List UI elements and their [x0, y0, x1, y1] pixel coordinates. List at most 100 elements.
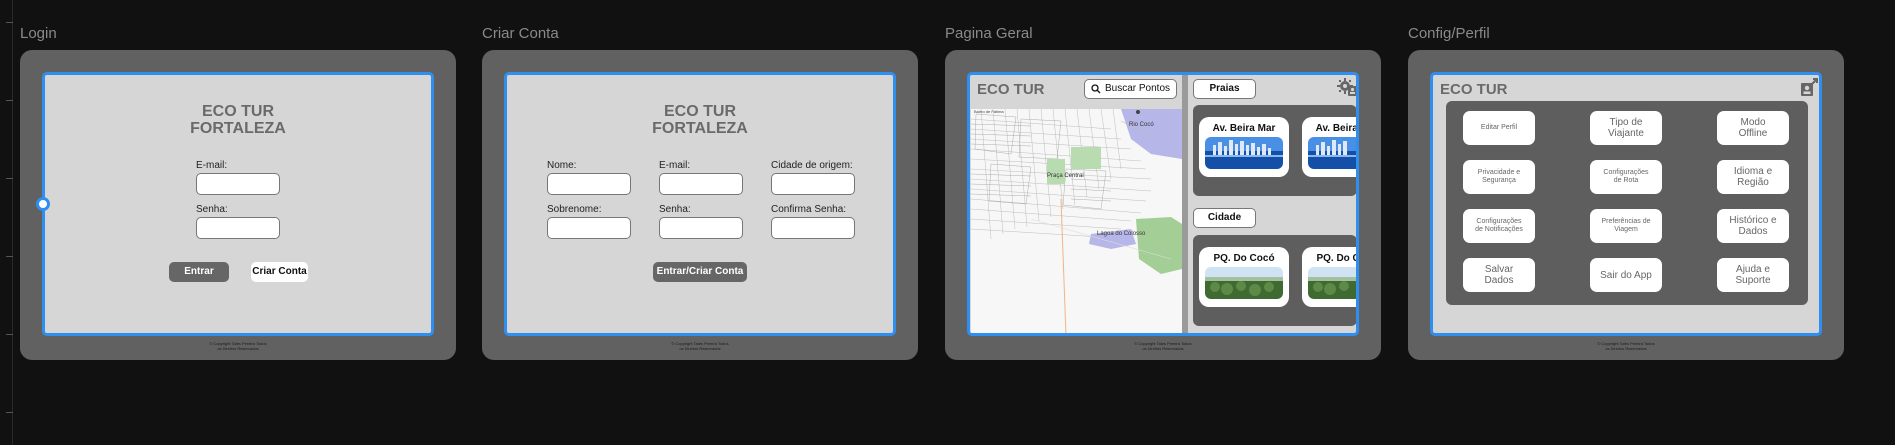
settings-option-button[interactable]: Privacidade e Segurança: [1463, 160, 1535, 194]
map-graphic: [971, 109, 1182, 333]
beach-card-title: Av. Beira Mar: [1315, 123, 1357, 134]
park-photo: [1205, 267, 1283, 299]
settings-option-label: Salvar Dados: [1485, 264, 1514, 286]
settings-option-line: Viajante: [1608, 128, 1644, 139]
map-label-square: Praça Central: [1047, 173, 1084, 179]
settings-option-button[interactable]: Sair do App: [1590, 258, 1662, 292]
settings-option-button[interactable]: Idioma e Região: [1717, 160, 1789, 194]
signup-frame[interactable]: ECO TUR FORTALEZA Nome: E-mail: Cidade d…: [482, 50, 918, 360]
copyright-text: © Copyright Tales Pereira Todos os Direi…: [945, 341, 1381, 351]
park-card[interactable]: PQ. Do Cocó: [1302, 247, 1356, 307]
beach-photo: [1308, 137, 1356, 169]
canvas-ruler: [0, 0, 13, 445]
settings-option-button[interactable]: Histórico e Dados: [1717, 209, 1789, 243]
search-points-label: Buscar Pontos: [1104, 83, 1171, 94]
ruler-tick: [6, 178, 13, 179]
park-photo: [1308, 267, 1356, 299]
settings-option-line: Modo: [1740, 117, 1766, 128]
email-label: E-mail:: [659, 160, 691, 171]
settings-option-button[interactable]: Configurações de Notificações: [1463, 209, 1535, 243]
park-card[interactable]: PQ. Do Cocó: [1199, 247, 1289, 307]
password-label: Senha:: [659, 204, 691, 215]
title-line-1: ECO TUR: [202, 103, 274, 120]
email-field[interactable]: [659, 173, 743, 195]
settings-option-label: Ajuda e Suporte: [1735, 264, 1770, 286]
city-map[interactable]: Bairro de Fátima Rio Cocó Praça Central …: [971, 109, 1182, 333]
config-frame[interactable]: ECO TUR Editar Perfil Tipo de Viajante Modo…: [1408, 50, 1844, 360]
email-field[interactable]: [196, 173, 280, 195]
ruler-tick: [6, 412, 13, 413]
search-points-button[interactable]: Buscar Pontos: [1084, 79, 1177, 99]
settings-option-line: Salvar: [1484, 264, 1514, 275]
login-frame[interactable]: ECO TUR FORTALEZA E-mail: Senha: Entrar …: [20, 50, 456, 360]
copyright-text: © Copyright Tales Pereira Todos os Direi…: [1408, 341, 1844, 351]
config-screen: ECO TUR Editar Perfil Tipo de Viajante Modo…: [1430, 72, 1822, 336]
settings-option-label: Tipo de Viajante: [1608, 117, 1644, 139]
settings-option-label: Configurações de Rota: [1603, 169, 1648, 185]
frame-label-signup[interactable]: Criar Conta: [482, 25, 559, 42]
copyright-line-2: os Direitos Reservados: [217, 346, 259, 351]
confirm-password-label: Confirma Senha:: [771, 204, 847, 215]
tab-city[interactable]: Cidade: [1193, 208, 1256, 228]
surname-label: Sobrenome:: [547, 204, 602, 215]
settings-option-line: Região: [1737, 177, 1769, 188]
settings-option-line: Ajuda e: [1736, 264, 1770, 275]
settings-option-label: Modo Offline: [1739, 117, 1768, 139]
copyright-text: © Copyright Tales Pereira Todos os Direi…: [20, 341, 456, 351]
submit-button[interactable]: Entrar/Criar Conta: [653, 262, 747, 282]
settings-option-label: Idioma e Região: [1734, 166, 1772, 188]
exit-profile-icon[interactable]: [1800, 77, 1820, 97]
copyright-line-2: os Direitos Reservados: [679, 346, 721, 351]
settings-option-button[interactable]: Modo Offline: [1717, 111, 1789, 145]
password-field[interactable]: [196, 217, 280, 239]
copyright-line-2: os Direitos Reservados: [1142, 346, 1184, 351]
settings-option-line: Dados: [1738, 226, 1768, 237]
signup-app-title: ECO TUR FORTALEZA: [507, 103, 893, 137]
settings-option-label: Preferências de Viagem: [1601, 218, 1650, 234]
beaches-panel: Av. Beira Mar Av. Beira Mar: [1193, 105, 1357, 196]
settings-option-line: Preferências de: [1601, 218, 1651, 225]
signup-screen: ECO TUR FORTALEZA Nome: E-mail: Cidade d…: [504, 72, 896, 336]
settings-option-line: Idioma e: [1733, 166, 1773, 177]
settings-option-button[interactable]: Preferências de Viagem: [1590, 209, 1662, 243]
beach-card[interactable]: Av. Beira Mar: [1302, 117, 1357, 177]
enter-button[interactable]: Entrar: [169, 262, 229, 282]
settings-option-button[interactable]: Tipo de Viajante: [1590, 111, 1662, 145]
frame-label-login[interactable]: Login: [20, 25, 57, 42]
name-field[interactable]: [547, 173, 631, 195]
city-field[interactable]: [771, 173, 855, 195]
password-field[interactable]: [659, 217, 743, 239]
map-label-lake: Lagoa do Colosso: [1097, 231, 1146, 237]
login-screen: ECO TUR FORTALEZA E-mail: Senha: Entrar …: [42, 72, 434, 336]
confirm-password-field[interactable]: [771, 217, 855, 239]
frame-label-config[interactable]: Config/Perfil: [1408, 25, 1490, 42]
settings-option-line: Configurações: [1476, 218, 1522, 225]
ruler-tick: [6, 100, 13, 101]
general-frame[interactable]: ECO TUR Buscar Pontos Bairro de Fátima R…: [945, 50, 1381, 360]
settings-option-line: Histórico e: [1729, 215, 1777, 226]
settings-option-line: Configurações: [1603, 169, 1649, 176]
search-icon: [1091, 84, 1101, 94]
settings-option-button[interactable]: Salvar Dados: [1463, 258, 1535, 292]
settings-option-line: Tipo de: [1609, 117, 1643, 128]
settings-option-line: Suporte: [1735, 275, 1771, 286]
beach-card-title: Av. Beira Mar: [1212, 123, 1276, 134]
settings-option-line: Offline: [1738, 128, 1768, 139]
beach-photo: [1205, 137, 1283, 169]
settings-option-button[interactable]: Editar Perfil: [1463, 111, 1535, 145]
surname-field[interactable]: [547, 217, 631, 239]
frame-label-general[interactable]: Pagina Geral: [945, 25, 1033, 42]
connection-handle[interactable]: [36, 197, 50, 211]
settings-option-label: Sair do App: [1600, 270, 1652, 281]
create-account-button[interactable]: Criar Conta: [251, 262, 308, 282]
login-app-title: ECO TUR FORTALEZA: [45, 103, 431, 137]
tab-beaches[interactable]: Praias: [1193, 79, 1256, 99]
settings-profile-icon[interactable]: [1337, 78, 1357, 96]
settings-option-button[interactable]: Configurações de Rota: [1590, 160, 1662, 194]
copyright-line-2: os Direitos Reservados: [1605, 346, 1647, 351]
settings-option-button[interactable]: Ajuda e Suporte: [1717, 258, 1789, 292]
settings-option-line: Viagem: [1614, 226, 1638, 233]
beach-card[interactable]: Av. Beira Mar: [1199, 117, 1289, 177]
ruler-tick: [6, 22, 13, 23]
settings-panel: Editar Perfil Tipo de Viajante Modo Offline P…: [1446, 101, 1808, 305]
